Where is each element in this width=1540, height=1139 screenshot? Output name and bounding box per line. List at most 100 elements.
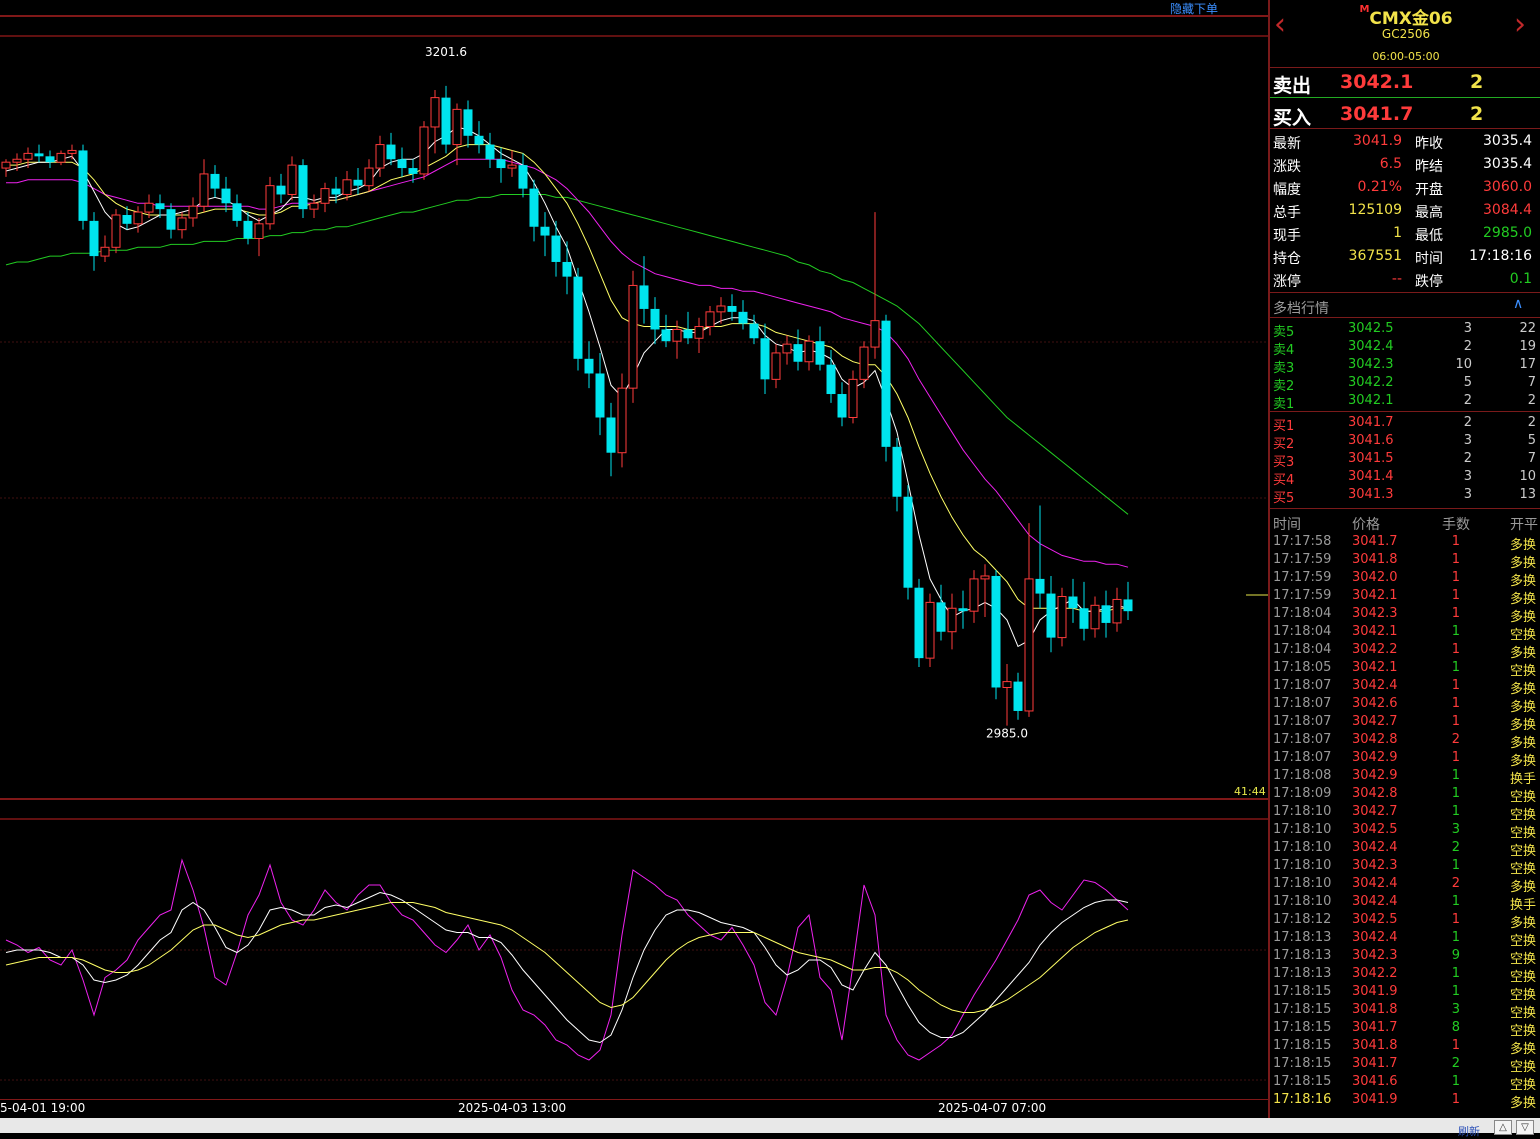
trade-volume: 1 xyxy=(1451,642,1460,657)
level-cumulative: 22 xyxy=(1519,321,1536,336)
candle-body-up xyxy=(947,607,957,633)
trade-time: 17:18:15 xyxy=(1273,1020,1332,1035)
candle-body-down xyxy=(485,144,495,160)
trade-price: 3042.6 xyxy=(1352,696,1398,711)
trade-column-header: 价格 xyxy=(1352,517,1380,533)
trade-price: 3042.3 xyxy=(1352,948,1398,963)
candle-body-up xyxy=(1024,578,1034,712)
trade-row: 17:18:13 3042.3 9 空换 xyxy=(1270,947,1540,967)
candle-body-down xyxy=(815,341,825,365)
level-label: 买5 xyxy=(1273,491,1295,506)
ask-level[interactable]: 卖4 3042.4 2 19 xyxy=(1270,338,1540,358)
trade-volume: 1 xyxy=(1451,894,1460,909)
trade-price: 3042.9 xyxy=(1352,750,1398,765)
trade-time: 17:18:15 xyxy=(1273,1056,1332,1071)
trade-time: 17:18:10 xyxy=(1273,858,1332,873)
trade-time: 17:18:08 xyxy=(1273,768,1332,783)
trade-volume: 1 xyxy=(1451,552,1460,567)
candle-body-down xyxy=(232,203,242,221)
quote-panel: ‹ › MCMX金06 GC2506 06:00-05:00 卖出 3042.1… xyxy=(1268,0,1540,1118)
oscillator-line-3 xyxy=(5,902,1129,1013)
bid-level[interactable]: 买5 3041.3 3 13 xyxy=(1270,486,1540,506)
candle-body-down xyxy=(826,364,836,395)
level-cumulative: 2 xyxy=(1527,415,1536,430)
level-volume: 2 xyxy=(1463,451,1472,466)
candle-body-up xyxy=(1,161,11,169)
level-volume: 10 xyxy=(1455,357,1472,372)
min-price-label: 2985.0 xyxy=(986,727,1028,741)
trade-time: 17:18:07 xyxy=(1273,750,1332,765)
trade-time: 17:18:05 xyxy=(1273,660,1332,675)
candle-body-up xyxy=(870,320,880,348)
instrument-name: CMX金06 xyxy=(1369,9,1453,29)
candle-body-down xyxy=(573,276,583,359)
candle-body-down xyxy=(639,285,649,309)
stat-label: 现手 xyxy=(1273,228,1301,244)
ma-short-line xyxy=(5,126,1129,648)
trade-row: 17:18:09 3042.8 1 空换 xyxy=(1270,785,1540,805)
trade-price: 3042.8 xyxy=(1352,786,1398,801)
level-price: 3042.2 xyxy=(1348,375,1394,390)
trade-volume: 1 xyxy=(1451,588,1460,603)
bid-level[interactable]: 买4 3041.4 3 10 xyxy=(1270,468,1540,488)
depth-title[interactable]: 多档行情 xyxy=(1273,298,1329,318)
trade-time: 17:17:59 xyxy=(1273,552,1332,567)
candle-body-down xyxy=(595,373,605,418)
stat-value: 17:18:16 xyxy=(1469,248,1532,264)
trade-volume: 1 xyxy=(1451,678,1460,693)
ask-volume: 2 xyxy=(1470,71,1484,93)
chart-area[interactable]: 3201.6 2985.0 隐藏下单 41:44 5-04-01 19:00 20… xyxy=(0,0,1268,1133)
trade-time: 17:18:10 xyxy=(1273,840,1332,855)
ask-level[interactable]: 卖3 3042.3 10 17 xyxy=(1270,356,1540,376)
candle-body-down xyxy=(529,188,539,227)
ask-level[interactable]: 卖5 3042.5 3 22 xyxy=(1270,320,1540,340)
trade-price: 3041.7 xyxy=(1352,1056,1398,1071)
candle-body-down xyxy=(397,159,407,169)
candle-body-up xyxy=(364,167,374,187)
trade-row: 17:18:10 3042.3 1 空换 xyxy=(1270,857,1540,877)
candle-body-up xyxy=(12,158,22,163)
stat-label: 幅度 xyxy=(1273,182,1301,198)
candle-body-down xyxy=(155,203,165,210)
collapse-icon[interactable]: ∧ xyxy=(1513,296,1523,312)
candle-body-down xyxy=(1101,605,1111,623)
bid-level[interactable]: 买2 3041.6 3 5 xyxy=(1270,432,1540,452)
candle-body-down xyxy=(562,261,572,277)
candle-body-down xyxy=(958,608,968,612)
candle-body-down xyxy=(441,97,451,145)
candle-body-up xyxy=(309,202,319,210)
trade-time: 17:18:10 xyxy=(1273,876,1332,891)
ask-price[interactable]: 3042.1 xyxy=(1340,71,1413,93)
bid-label: 买入 xyxy=(1273,107,1312,129)
level-volume: 2 xyxy=(1463,339,1472,354)
trade-row: 17:18:15 3041.9 1 空换 xyxy=(1270,983,1540,1003)
trade-column-header: 手数 xyxy=(1442,517,1470,533)
trade-price: 3042.4 xyxy=(1352,930,1398,945)
candle-body-down xyxy=(331,188,341,195)
stat-value: 0.21% xyxy=(1357,179,1402,195)
candle-body-down xyxy=(298,165,308,210)
trade-row: 17:17:58 3041.7 1 多换 xyxy=(1270,533,1540,553)
ask-level[interactable]: 卖2 3042.2 5 7 xyxy=(1270,374,1540,394)
time-axis: 5-04-01 19:00 2025-04-03 13:00 2025-04-0… xyxy=(0,1100,1268,1118)
ask-level[interactable]: 卖1 3042.1 2 2 xyxy=(1270,392,1540,412)
candle-body-up xyxy=(1002,681,1012,688)
candle-body-down xyxy=(1123,599,1133,612)
bid-price[interactable]: 3041.7 xyxy=(1340,103,1413,125)
stat-label: 持仓 xyxy=(1273,251,1301,267)
trade-volume: 1 xyxy=(1451,750,1460,765)
bid-level[interactable]: 买1 3041.7 2 2 xyxy=(1270,414,1540,434)
candle-body-down xyxy=(727,305,737,312)
trade-price: 3041.7 xyxy=(1352,534,1398,549)
candle-body-up xyxy=(188,205,198,219)
hide-order-link[interactable]: 隐藏下单 xyxy=(1170,0,1218,17)
bid-level[interactable]: 买3 3041.5 2 7 xyxy=(1270,450,1540,470)
candle-body-down xyxy=(34,153,44,157)
trade-row: 17:18:13 3042.2 1 空换 xyxy=(1270,965,1540,985)
refresh-button[interactable]: 刷新 xyxy=(1458,1123,1480,1139)
trade-volume: 2 xyxy=(1451,1056,1460,1071)
time-label: 5-04-01 19:00 xyxy=(0,1101,86,1115)
trade-time: 17:18:10 xyxy=(1273,822,1332,837)
price-chart[interactable]: 3201.6 2985.0 xyxy=(0,0,1268,1100)
trade-row: 17:17:59 3041.8 1 多换 xyxy=(1270,551,1540,571)
